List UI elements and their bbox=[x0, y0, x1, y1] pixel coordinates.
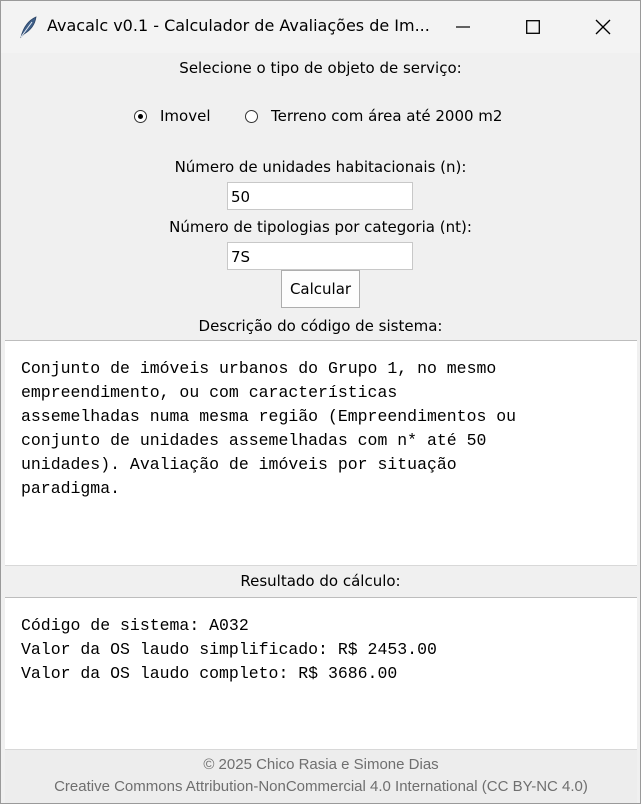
feather-icon bbox=[17, 15, 39, 39]
result-textbox[interactable]: Código de sistema: A032 Valor da OS laud… bbox=[5, 597, 637, 750]
maximize-icon bbox=[526, 20, 540, 34]
maximize-button[interactable] bbox=[498, 1, 568, 53]
calculate-button[interactable]: Calcular bbox=[281, 270, 360, 308]
radio-imovel-label: Imovel bbox=[160, 107, 211, 125]
close-button[interactable] bbox=[568, 1, 638, 53]
result-header: Resultado do cálculo: bbox=[240, 572, 401, 590]
typologies-input[interactable] bbox=[227, 242, 413, 270]
units-input[interactable] bbox=[227, 182, 413, 210]
units-label: Número de unidades habitacionais (n): bbox=[174, 158, 467, 176]
type-prompt-label: Selecione o tipo de objeto de serviço: bbox=[179, 59, 462, 77]
radio-terreno[interactable]: Terreno com área até 2000 m2 bbox=[245, 107, 502, 125]
footer-license: Creative Commons Attribution-NonCommerci… bbox=[54, 778, 588, 795]
app-window: Avacalc v0.1 - Calculador de Avaliações … bbox=[0, 0, 641, 804]
radio-imovel[interactable]: Imovel bbox=[134, 107, 211, 125]
minimize-icon bbox=[456, 26, 470, 28]
description-header: Descrição do código de sistema: bbox=[198, 317, 443, 335]
footer-copyright: © 2025 Chico Rasia e Simone Dias bbox=[203, 756, 439, 773]
radio-indicator bbox=[134, 109, 147, 123]
window-title: Avacalc v0.1 - Calculador de Avaliações … bbox=[47, 16, 430, 35]
radio-indicator bbox=[245, 109, 258, 123]
minimize-button[interactable] bbox=[428, 1, 498, 53]
title-bar[interactable]: Avacalc v0.1 - Calculador de Avaliações … bbox=[1, 1, 640, 53]
description-textbox[interactable]: Conjunto de imóveis urbanos do Grupo 1, … bbox=[5, 340, 637, 566]
close-icon bbox=[595, 19, 611, 35]
typologies-label: Número de tipologias por categoria (nt): bbox=[169, 218, 472, 236]
radio-terreno-label: Terreno com área até 2000 m2 bbox=[271, 107, 503, 125]
